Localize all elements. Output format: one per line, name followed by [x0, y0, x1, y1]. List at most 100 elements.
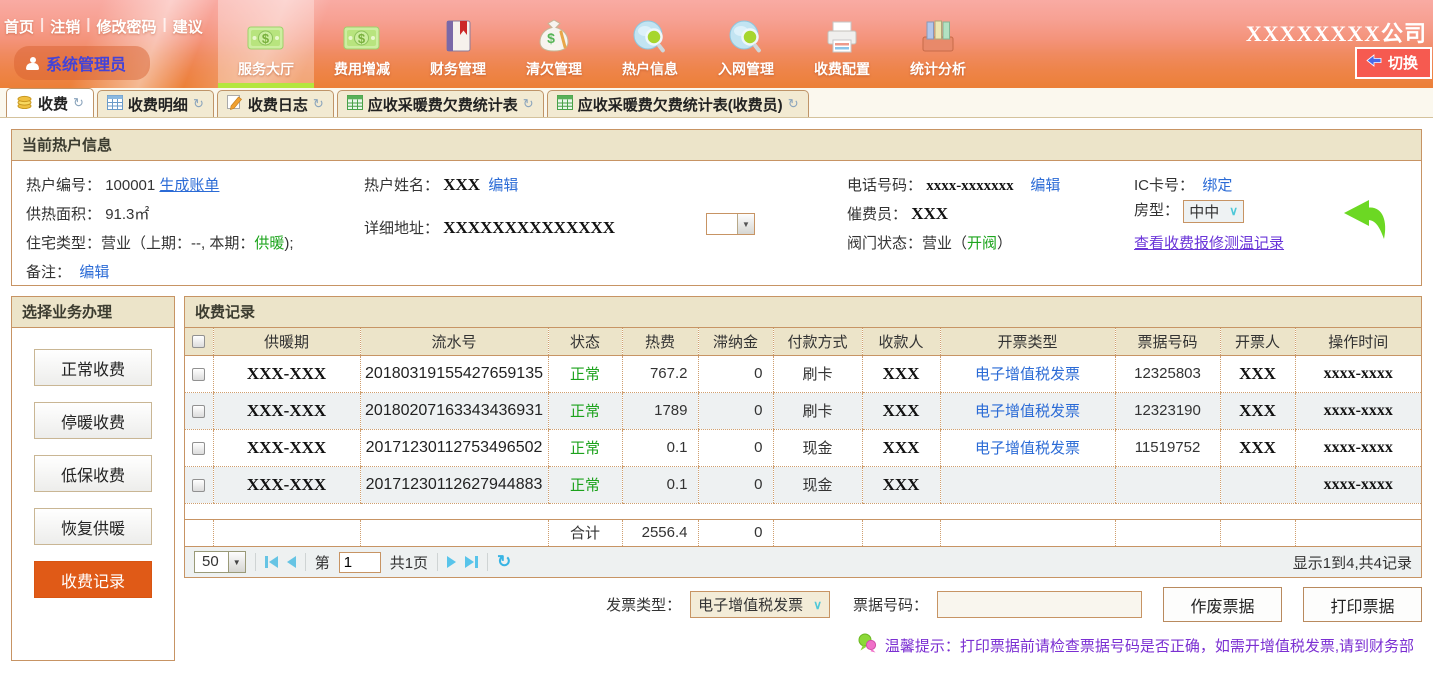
- phone-edit-link[interactable]: 编辑: [1030, 177, 1060, 194]
- tab[interactable]: 收费日志↻: [217, 90, 334, 117]
- customer-info-panel: 当前热户信息 热户编号： 100001 生成账单 供热面积： 91.3㎡ 住宅类…: [11, 129, 1422, 286]
- nav-label: 热户信息: [622, 59, 678, 79]
- chevron-down-icon: ▼: [228, 552, 245, 572]
- invoice-number-input[interactable]: [937, 591, 1142, 618]
- refresh-icon[interactable]: ↻: [73, 95, 84, 111]
- page-size-select[interactable]: 50 ▼: [194, 551, 246, 573]
- nav-label: 清欠管理: [526, 59, 582, 79]
- serial-cell: 20171230112753496502: [360, 429, 548, 466]
- row-checkbox[interactable]: [192, 405, 205, 418]
- sidebar-button[interactable]: 低保收费: [34, 455, 152, 492]
- refresh-icon[interactable]: ↻: [497, 552, 511, 572]
- customer-info-body: 热户编号： 100001 生成账单 供热面积： 91.3㎡ 住宅类型：营业（上期…: [12, 161, 1421, 285]
- top-link[interactable]: 建议: [173, 16, 203, 37]
- payee-cell: XXX: [862, 355, 940, 392]
- last-page-button[interactable]: [465, 556, 478, 568]
- tab[interactable]: 收费↻: [6, 88, 94, 117]
- nav-label: 入网管理: [718, 59, 774, 79]
- sidebar-button[interactable]: 收费记录: [34, 561, 152, 598]
- page-size-value: 50: [195, 552, 228, 572]
- nav-item[interactable]: 入网管理: [698, 0, 794, 88]
- name-edit-link[interactable]: 编辑: [488, 177, 518, 194]
- nav-item[interactable]: 热户信息: [602, 0, 698, 88]
- sidebar-button[interactable]: 正常收费: [34, 349, 152, 386]
- invoice-type-link[interactable]: 电子增值税发票: [975, 403, 1080, 420]
- status-cell: 正常: [548, 392, 622, 429]
- refresh-icon[interactable]: ↻: [523, 96, 534, 112]
- page-prefix: 第: [315, 552, 330, 573]
- customer-name-field: 热户姓名： XXX 编辑: [364, 174, 518, 195]
- generate-bill-link[interactable]: 生成账单: [159, 177, 219, 194]
- remark-edit-link[interactable]: 编辑: [79, 264, 109, 281]
- address-select[interactable]: ▼: [706, 213, 755, 235]
- column-header: 开票类型: [940, 328, 1115, 355]
- prev-page-button[interactable]: [287, 556, 296, 568]
- app-header: 首页|注销|修改密码|建议 系统管理员 $服务大厅$费用增减财务管理$清欠管理热…: [0, 0, 1433, 88]
- first-page-button[interactable]: [265, 556, 278, 568]
- invoice-type-select[interactable]: 电子增值税发票 ∨: [690, 591, 830, 618]
- records-summary: 显示1到4,共4记录: [1293, 552, 1412, 573]
- nav-item[interactable]: $服务大厅: [218, 0, 314, 88]
- invoice-type-link[interactable]: 电子增值税发票: [975, 440, 1080, 457]
- pay-method-cell: 现金: [773, 466, 862, 503]
- heating-status: 供暖: [254, 235, 284, 252]
- records-area: 收费记录 供暖期流水号状态热费滞纳金付款方式收款人开票类型票据号码开票人操作时间…: [184, 296, 1422, 658]
- issuer-cell: [1220, 466, 1295, 503]
- late-fee-cell: 0: [698, 466, 773, 503]
- sidebar-button[interactable]: 停暖收费: [34, 402, 152, 439]
- next-page-button[interactable]: [447, 556, 456, 568]
- status-cell: 正常: [548, 466, 622, 503]
- period-cell: XXX-XXX: [213, 466, 360, 503]
- invoice-type-link[interactable]: 电子增值税发票: [975, 366, 1080, 383]
- refresh-icon[interactable]: ↻: [313, 96, 324, 112]
- back-arrow-icon[interactable]: [1341, 197, 1389, 253]
- chevron-down-icon: ∨: [813, 598, 822, 612]
- valve-open-status: 开阀: [967, 235, 997, 252]
- nav-item[interactable]: $清欠管理: [506, 0, 602, 88]
- refresh-icon[interactable]: ↻: [193, 96, 204, 112]
- invoice-type-cell: 电子增值税发票: [940, 429, 1115, 466]
- nav-item[interactable]: 统计分析: [890, 0, 986, 88]
- nav-item[interactable]: 收费配置: [794, 0, 890, 88]
- sidebar-button[interactable]: 恢复供暖: [34, 508, 152, 545]
- op-time-cell: xxxx-xxxx: [1295, 392, 1421, 429]
- room-type-select[interactable]: 中中 ∨: [1183, 200, 1244, 223]
- top-link[interactable]: 首页: [4, 16, 34, 37]
- total-heat-fee: 2556.4: [622, 519, 698, 546]
- nav-item[interactable]: 财务管理: [410, 0, 506, 88]
- period-cell: XXX-XXX: [213, 392, 360, 429]
- records-table-body: XXX-XXX20180319155427659135正常767.20刷卡XXX…: [185, 355, 1421, 546]
- row-checkbox[interactable]: [192, 479, 205, 492]
- switch-button[interactable]: 切换: [1355, 47, 1432, 79]
- temp-record-link[interactable]: 查看收费报修测温记录: [1134, 235, 1284, 252]
- address-value: XXXXXXXXXXXXXX: [443, 218, 615, 237]
- heat-fee-cell: 767.2: [622, 355, 698, 392]
- row-checkbox[interactable]: [192, 368, 205, 381]
- record-row: XXX-XXX20171230112627944883正常0.10现金XXXxx…: [185, 466, 1421, 503]
- void-invoice-button[interactable]: 作废票据: [1163, 587, 1282, 622]
- tab[interactable]: 应收采暖费欠费统计表(收费员)↻: [547, 90, 809, 117]
- refresh-icon[interactable]: ↻: [788, 96, 799, 112]
- top-link[interactable]: 注销: [50, 16, 80, 37]
- coins-icon: [16, 94, 33, 113]
- tab[interactable]: 收费明细↻: [97, 90, 214, 117]
- temp-record-field: 查看收费报修测温记录: [1134, 232, 1284, 253]
- serial-cell: 20171230112627944883: [360, 466, 548, 503]
- issuer-cell: XXX: [1220, 429, 1295, 466]
- select-all-checkbox[interactable]: [192, 335, 205, 348]
- ic-bind-link[interactable]: 绑定: [1202, 177, 1232, 194]
- globe-icon: [727, 12, 765, 54]
- user-badge: 系统管理员: [14, 46, 150, 80]
- nav-item[interactable]: $费用增减: [314, 0, 410, 88]
- heat-fee-cell: 0.1: [622, 466, 698, 503]
- row-checkbox[interactable]: [192, 442, 205, 455]
- top-link[interactable]: 修改密码: [96, 16, 156, 37]
- tab[interactable]: 应收采暖费欠费统计表↻: [337, 90, 544, 117]
- print-invoice-button[interactable]: 打印票据: [1303, 587, 1422, 622]
- records-panel: 收费记录 供暖期流水号状态热费滞纳金付款方式收款人开票类型票据号码开票人操作时间…: [184, 296, 1422, 578]
- account-field: 热户编号： 100001 生成账单: [26, 174, 219, 195]
- page-number-input[interactable]: [339, 552, 381, 573]
- pay-method-cell: 刷卡: [773, 392, 862, 429]
- customer-info-title: 当前热户信息: [12, 130, 1421, 161]
- user-name: 系统管理员: [46, 51, 126, 75]
